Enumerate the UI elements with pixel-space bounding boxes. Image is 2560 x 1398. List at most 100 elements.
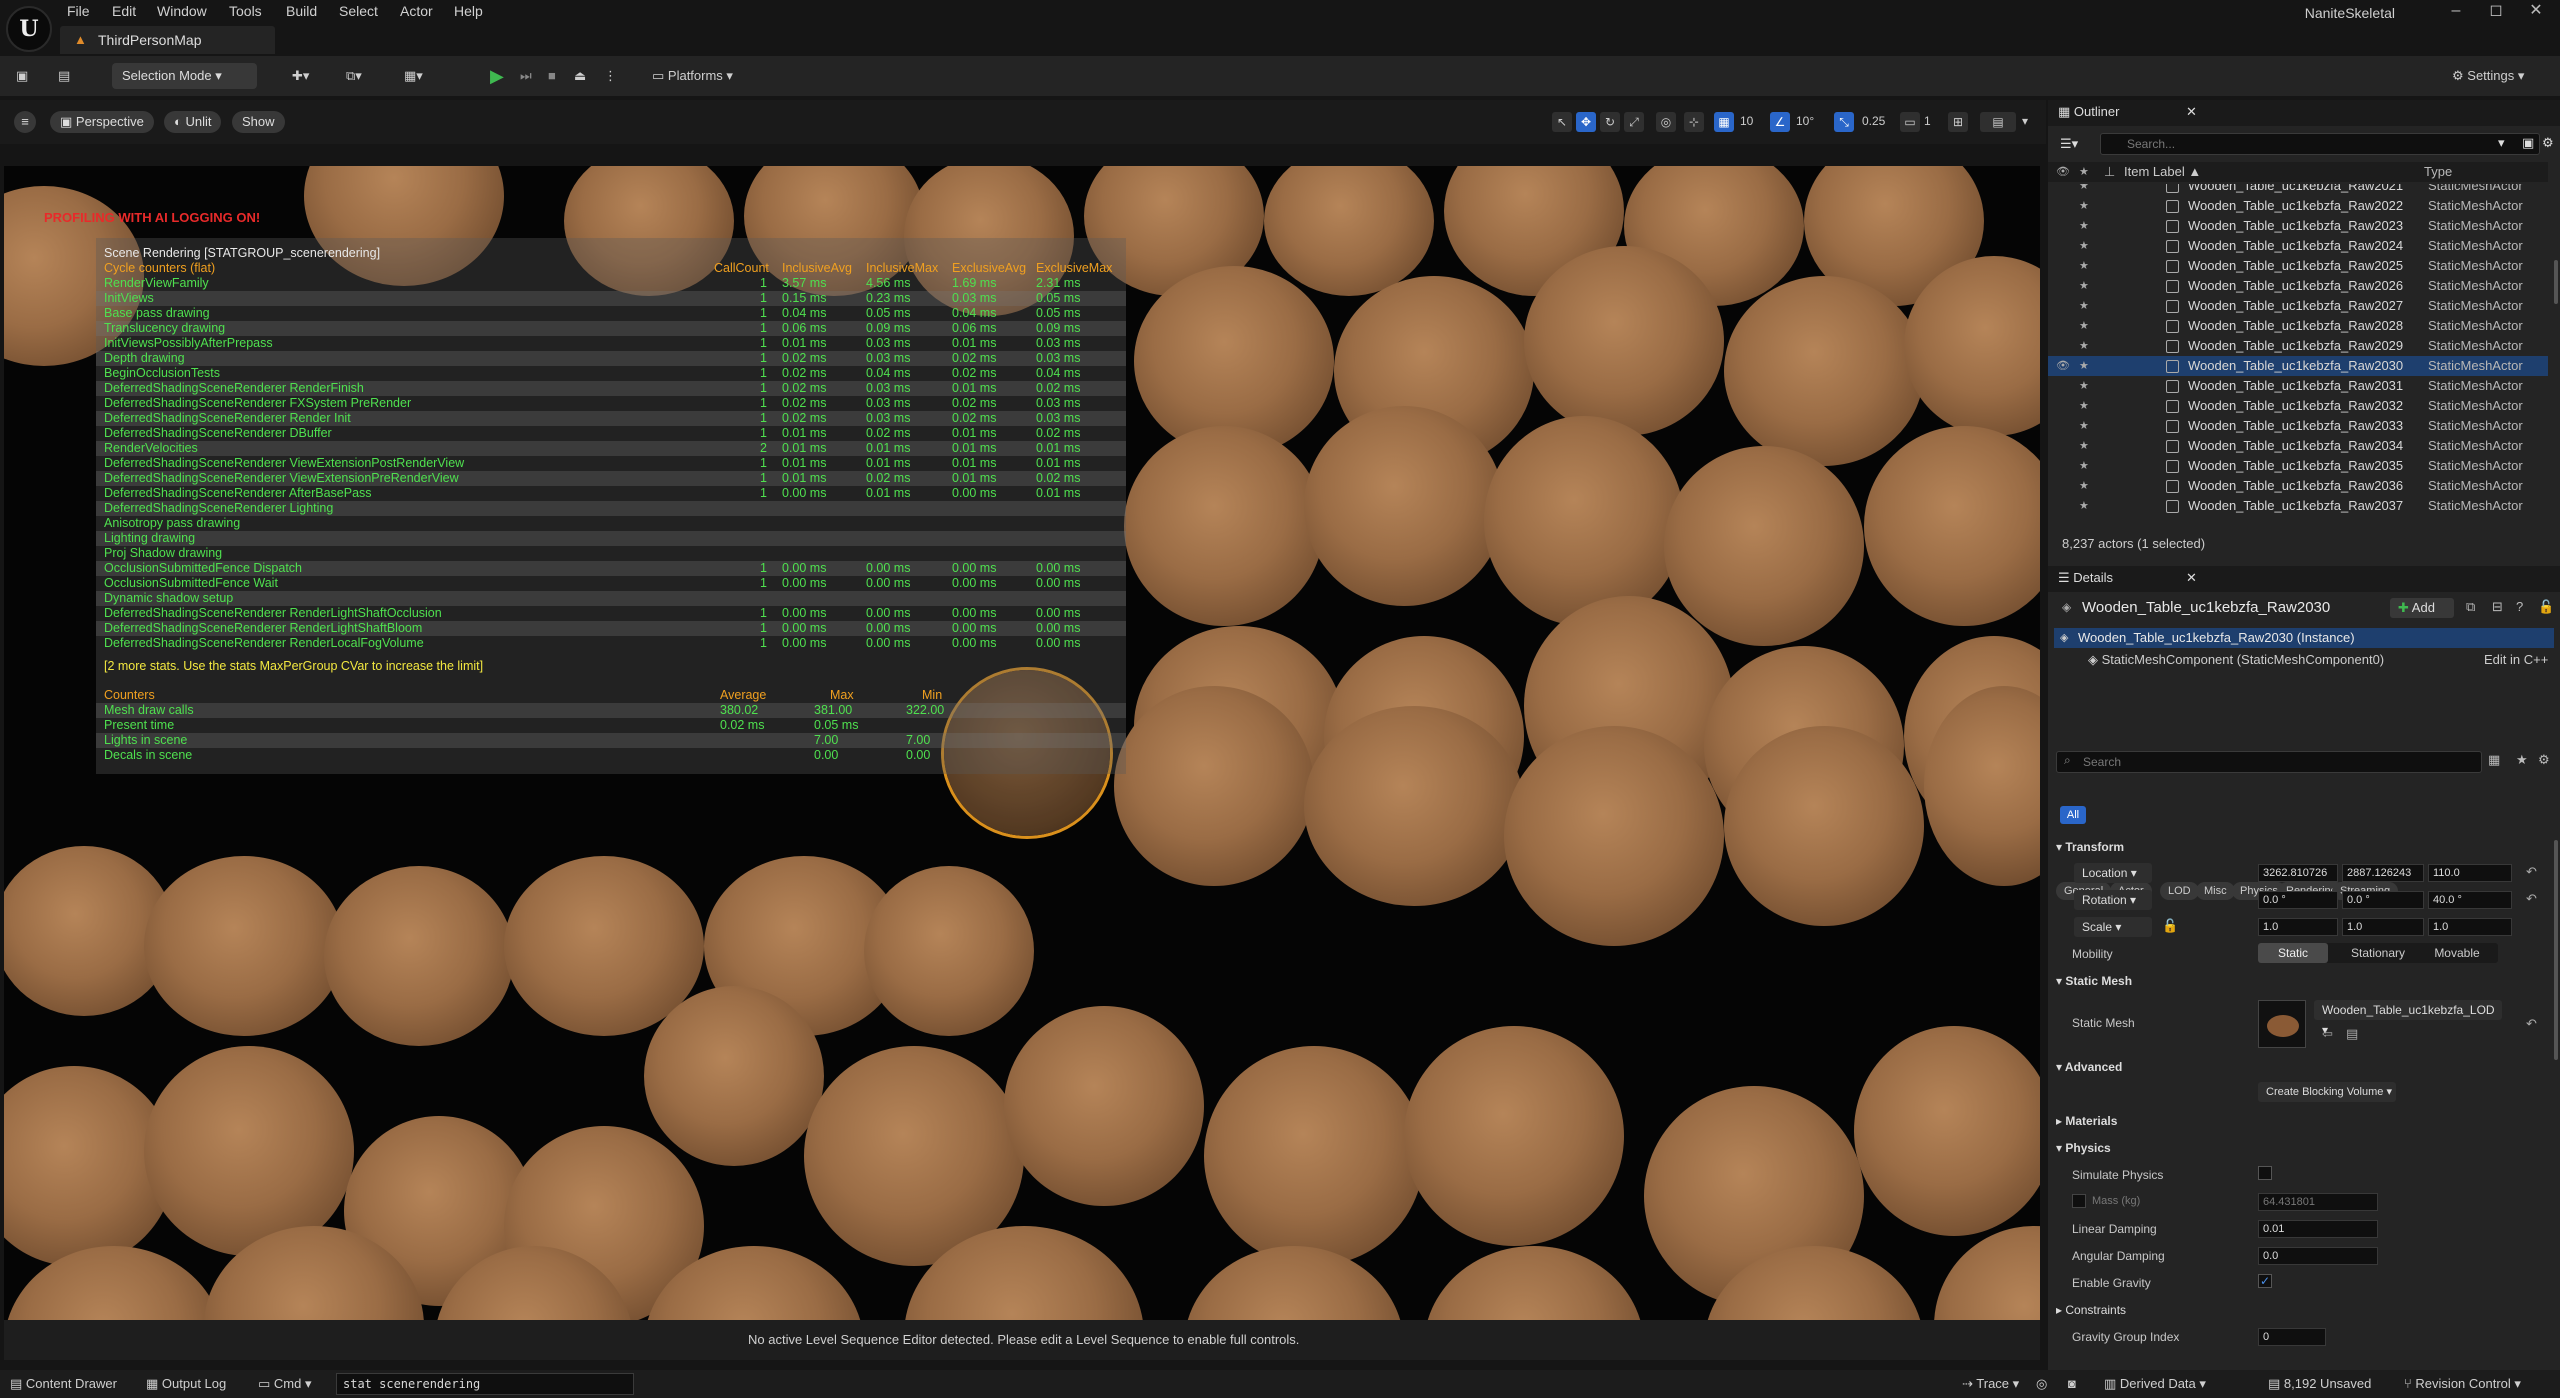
outliner-row[interactable]: ★ Wooden_Table_uc1kebzfa_Raw2031 StaticMes… <box>2048 376 2548 396</box>
favorite-star-icon[interactable]: ★ <box>2079 276 2089 296</box>
minimize-button[interactable]: – <box>2438 0 2474 24</box>
create-blocking-volume-button[interactable]: Create Blocking Volume ▾ <box>2258 1082 2396 1102</box>
wooden-table-mesh[interactable] <box>1424 1246 1644 1320</box>
blueprint-add-icon[interactable]: ⧉ <box>2466 599 2475 615</box>
enable-gravity-checkbox[interactable]: ✓ <box>2258 1274 2272 1288</box>
component-row[interactable]: ◈ StaticMeshComponent (StaticMeshCompone… <box>2088 652 2384 668</box>
transform-section[interactable]: ▾ Transform <box>2056 836 2556 858</box>
edit-in-cpp-link[interactable]: Edit in C++ <box>2484 652 2548 667</box>
outliner-row[interactable]: ★ Wooden_Table_uc1kebzfa_Raw2034 StaticMes… <box>2048 436 2548 456</box>
outliner-row[interactable]: ★ Wooden_Table_uc1kebzfa_Raw2032 StaticMes… <box>2048 396 2548 416</box>
rotation-x-field[interactable]: 0.0 ° <box>2258 891 2338 909</box>
outliner-row[interactable]: 👁 ★ Wooden_Table_uc1kebzfa_Raw2030 StaticMe… <box>2048 356 2548 376</box>
favorite-star-icon[interactable]: ★ <box>2079 296 2089 316</box>
static-mesh-dropdown[interactable]: Wooden_Table_uc1kebzfa_LOD ▾ <box>2314 1000 2502 1037</box>
cinematics-icon[interactable]: ▦▾ <box>404 64 423 88</box>
physics-section[interactable]: ▾ Physics <box>2056 1137 2556 1159</box>
add-component-button[interactable]: ✚ Add <box>2390 598 2454 618</box>
derived-data-dropdown[interactable]: ▥ Derived Data ▾ <box>2104 1376 2206 1392</box>
wooden-table-mesh[interactable] <box>324 866 514 1046</box>
outliner-row[interactable]: ★ Wooden_Table_uc1kebzfa_Raw2029 StaticMes… <box>2048 336 2548 356</box>
linear-damping-field[interactable]: 0.01 <box>2258 1220 2378 1238</box>
static-mesh-section[interactable]: ▾ Static Mesh <box>2056 970 2556 992</box>
menu-actor[interactable]: Actor <box>400 3 433 19</box>
scale-snap-value[interactable]: 0.25 <box>1862 114 1885 128</box>
wooden-table-mesh[interactable] <box>1404 1026 1624 1246</box>
stop-icon[interactable]: ■ <box>548 64 556 88</box>
favorite-star-icon[interactable]: ★ <box>2079 216 2089 236</box>
wooden-table-mesh[interactable] <box>1934 1226 2040 1320</box>
type-column[interactable]: Type <box>2424 162 2452 182</box>
trace-status-icon[interactable]: ◎ <box>2036 1376 2047 1392</box>
filter-components-icon[interactable]: ⊟ <box>2492 599 2503 615</box>
wooden-table-mesh[interactable] <box>1184 1246 1404 1320</box>
outliner-row[interactable]: ★ Wooden_Table_uc1kebzfa_Raw2025 StaticMes… <box>2048 256 2548 276</box>
rotate-tool-icon[interactable]: ↻ <box>1600 112 1620 132</box>
mass-override-checkbox[interactable] <box>2072 1194 2086 1208</box>
revision-control-dropdown[interactable]: ⑂ Revision Control ▾ <box>2404 1376 2521 1392</box>
scale-dropdown[interactable]: Scale ▾ <box>2074 917 2152 937</box>
menu-help[interactable]: Help <box>454 3 483 19</box>
surface-snap-icon[interactable]: ⊹ <box>1684 112 1704 132</box>
filter-icon[interactable]: ☰▾ <box>2060 132 2078 156</box>
reset-location-icon[interactable]: ↶ <box>2526 864 2537 880</box>
maximize-viewport-icon[interactable]: ⊞ <box>1948 112 1968 132</box>
selection-mode-dropdown[interactable]: Selection Mode ▾ <box>112 63 257 89</box>
play-icon[interactable]: ▶ <box>490 64 504 88</box>
mobility-static[interactable]: Static <box>2258 943 2328 963</box>
save-icon[interactable]: ▣ <box>16 64 28 88</box>
actor-name[interactable]: Wooden_Table_uc1kebzfa_Raw2030 <box>2082 599 2330 616</box>
details-scrollbar[interactable] <box>2554 840 2558 1060</box>
platforms-dropdown[interactable]: ▭ Platforms ▾ <box>652 64 733 88</box>
static-mesh-thumbnail[interactable] <box>2258 1000 2306 1048</box>
perspective-button[interactable]: ▣ Perspective <box>50 111 154 133</box>
favorite-star-icon[interactable]: ★ <box>2079 196 2089 216</box>
location-x-field[interactable]: 3262.810726 <box>2258 864 2338 882</box>
rotation-y-field[interactable]: 0.0 ° <box>2342 891 2424 909</box>
grid-snap-value[interactable]: 10 <box>1740 114 1753 128</box>
wooden-table-mesh[interactable] <box>1724 276 1924 466</box>
layout-icon[interactable]: ▤ <box>1980 112 2016 132</box>
item-label-column[interactable]: Item Label ▲ <box>2124 162 2201 182</box>
outliner-row[interactable]: ★ Wooden_Table_uc1kebzfa_Raw2021 StaticMes… <box>2048 184 2548 196</box>
outliner-row[interactable]: ★ Wooden_Table_uc1kebzfa_Raw2037 StaticMes… <box>2048 496 2548 516</box>
scale-lock-icon[interactable]: 🔓 <box>2162 918 2178 934</box>
hamburger-menu-icon[interactable]: ≡ <box>14 111 36 133</box>
wooden-table-mesh[interactable] <box>144 1046 354 1256</box>
outliner-row[interactable]: ★ Wooden_Table_uc1kebzfa_Raw2026 StaticMes… <box>2048 276 2548 296</box>
menu-build[interactable]: Build <box>286 3 317 19</box>
reset-rotation-icon[interactable]: ↶ <box>2526 891 2537 907</box>
outliner-row[interactable]: ★ Wooden_Table_uc1kebzfa_Raw2036 StaticMes… <box>2048 476 2548 496</box>
simulate-physics-checkbox[interactable] <box>2258 1166 2272 1180</box>
favorite-star-icon[interactable]: ★ <box>2079 456 2089 476</box>
outliner-search-input[interactable]: Search... <box>2100 133 2540 155</box>
favorite-star-icon[interactable]: ★ <box>2079 316 2089 336</box>
category-tab[interactable]: Misc <box>2196 882 2235 900</box>
details-close-icon[interactable]: ✕ <box>2186 566 2197 590</box>
favorite-star-icon[interactable]: ★ <box>2079 256 2089 276</box>
advanced-section[interactable]: ▾ Advanced <box>2056 1056 2556 1078</box>
map-tab[interactable]: ▲ ThirdPersonMap <box>60 26 275 54</box>
wooden-table-mesh[interactable] <box>1864 426 2040 626</box>
favorite-star-icon[interactable]: ★ <box>2079 476 2089 496</box>
step-icon[interactable]: ⏭ <box>520 64 532 88</box>
details-tab[interactable]: ☰ Details <box>2058 566 2113 590</box>
help-icon[interactable]: ? <box>2516 599 2523 614</box>
wooden-table-mesh[interactable] <box>1724 726 1924 926</box>
favorite-star-icon[interactable]: ★ <box>2079 436 2089 456</box>
maximize-button[interactable]: ◻ <box>2478 0 2514 24</box>
wooden-table-mesh[interactable] <box>144 856 344 1036</box>
eject-icon[interactable]: ⏏ <box>574 64 586 88</box>
select-tool-icon[interactable]: ↖ <box>1552 112 1572 132</box>
outliner-close-icon[interactable]: ✕ <box>2186 100 2197 124</box>
grid-snap-icon[interactable]: ▦ <box>1714 112 1734 132</box>
favorite-star-icon[interactable]: ★ <box>2079 236 2089 256</box>
scale-tool-icon[interactable]: ⤢ <box>1624 112 1644 132</box>
wooden-table-mesh[interactable] <box>1204 1046 1424 1266</box>
rotation-dropdown[interactable]: Rotation ▾ <box>2074 890 2152 910</box>
gravity-group-field[interactable]: 0 <box>2258 1328 2326 1346</box>
favorite-star-icon[interactable]: ★ <box>2079 336 2089 356</box>
wooden-table-mesh[interactable] <box>1854 1026 2040 1236</box>
show-button[interactable]: Show <box>232 111 285 133</box>
outliner-row[interactable]: ★ Wooden_Table_uc1kebzfa_Raw2035 StaticMes… <box>2048 456 2548 476</box>
